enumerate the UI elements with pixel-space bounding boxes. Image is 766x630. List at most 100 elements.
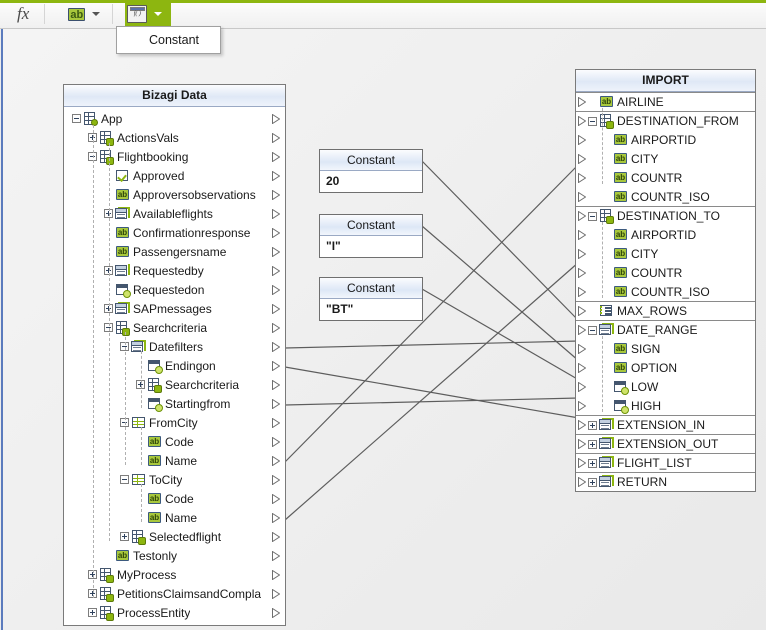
- connector-out-arrow[interactable]: [272, 323, 280, 333]
- connector-out-arrow[interactable]: [272, 608, 280, 618]
- tree-row-passengersname[interactable]: ab Passengersname: [64, 242, 285, 261]
- connector-out-arrow[interactable]: [272, 551, 280, 561]
- tree-row-approversobservations[interactable]: ab Approversobservations: [64, 185, 285, 204]
- tree-row-availableflights[interactable]: Availableflights: [64, 204, 285, 223]
- connector-out-arrow[interactable]: [272, 133, 280, 143]
- tree-toggle-minus[interactable]: [588, 325, 597, 335]
- connector-in-arrow[interactable]: [578, 458, 586, 468]
- connector-out-arrow[interactable]: [272, 228, 280, 238]
- tree-row-approved[interactable]: Approved: [64, 166, 285, 185]
- connector-in-arrow[interactable]: [578, 306, 586, 316]
- tree-row-selectedflight[interactable]: Selectedflight: [64, 527, 285, 546]
- tree-row-fromcity[interactable]: FromCity: [64, 413, 285, 432]
- constant-dropdown-button[interactable]: f( ): [125, 0, 172, 28]
- connector-in-arrow[interactable]: [578, 477, 586, 487]
- connector-out-arrow[interactable]: [272, 437, 280, 447]
- connector-out-arrow[interactable]: [272, 399, 280, 409]
- connector-out-arrow[interactable]: [272, 570, 280, 580]
- connector-out-arrow[interactable]: [272, 190, 280, 200]
- connector-out-arrow[interactable]: [272, 171, 280, 181]
- connector-in-arrow[interactable]: [578, 116, 586, 126]
- import-row-countr-iso[interactable]: ab COUNTR_ISO: [576, 187, 755, 206]
- tree-row-searchcriteria[interactable]: Searchcriteria: [64, 318, 285, 337]
- connector-in-arrow[interactable]: [578, 343, 586, 354]
- tree-row-requestedon[interactable]: Requestedon: [64, 280, 285, 299]
- connector-in-arrow[interactable]: [578, 229, 586, 240]
- connector-out-arrow[interactable]: [272, 266, 280, 276]
- connector-out-arrow[interactable]: [272, 114, 280, 124]
- chevron-down-icon-ab[interactable]: [92, 12, 101, 16]
- constant-box-1-value[interactable]: 20: [320, 171, 422, 192]
- tree-row-searchcriteria[interactable]: Searchcriteria: [64, 375, 285, 394]
- tree-row-myprocess[interactable]: MyProcess: [64, 565, 285, 584]
- tree-toggle-plus[interactable]: [588, 420, 597, 430]
- constant-box-3[interactable]: Constant "BT": [319, 277, 423, 321]
- connection-constant-BT-to-OPTION[interactable]: [421, 288, 580, 381]
- tree-row-flightbooking[interactable]: Flightbooking: [64, 147, 285, 166]
- tree-row-code[interactable]: ab Code: [64, 432, 285, 451]
- connection-Datefilters-to-DATE_RANGE[interactable]: [284, 340, 580, 349]
- mapping-canvas[interactable]: Bizagi Data App ActionsVals Flightbooking A…: [1, 29, 766, 630]
- connector-out-arrow[interactable]: [272, 152, 280, 162]
- connection-Endingon-to-HIGH[interactable]: [284, 366, 580, 419]
- tree-row-tocity[interactable]: ToCity: [64, 470, 285, 489]
- connector-in-arrow[interactable]: [578, 267, 586, 278]
- connector-in-arrow[interactable]: [578, 211, 586, 221]
- tree-toggle-plus[interactable]: [588, 458, 597, 468]
- formula-button[interactable]: fx: [0, 1, 42, 28]
- import-tree[interactable]: ab AIRLINE DESTINATION_FROM ab AIRPORTID ab CI…: [576, 92, 755, 491]
- import-row-max-rows[interactable]: MAX_ROWS: [576, 301, 755, 320]
- connector-out-arrow[interactable]: [272, 285, 280, 295]
- tree-row-name[interactable]: ab Name: [64, 451, 285, 470]
- tree-row-datefilters[interactable]: Datefilters: [64, 337, 285, 356]
- connector-in-arrow[interactable]: [578, 134, 586, 145]
- connection-constant-20-to-MAX_ROWS[interactable]: [421, 160, 580, 322]
- connector-out-arrow[interactable]: [272, 380, 280, 390]
- tree-toggle-minus[interactable]: [588, 211, 597, 221]
- import-row-extension-out[interactable]: EXTENSION_OUT: [576, 434, 755, 453]
- connector-in-arrow[interactable]: [578, 381, 586, 392]
- connector-out-arrow[interactable]: [272, 456, 280, 466]
- connector-out-arrow[interactable]: [272, 475, 280, 485]
- constant-box-1[interactable]: Constant 20: [319, 149, 423, 193]
- connection-constant-I-to-SIGN[interactable]: [421, 225, 580, 362]
- tree-row-processentity[interactable]: ProcessEntity: [64, 603, 285, 622]
- connector-in-arrow[interactable]: [578, 97, 586, 107]
- constant-dropdown-menu[interactable]: Constant: [116, 26, 221, 54]
- tree-toggle-plus[interactable]: [588, 477, 597, 487]
- chevron-down-icon-constant[interactable]: [154, 12, 163, 16]
- tree-row-app[interactable]: App: [64, 109, 285, 128]
- connector-in-arrow[interactable]: [578, 420, 586, 430]
- import-row-flight-list[interactable]: FLIGHT_LIST: [576, 453, 755, 472]
- import-row-extension-in[interactable]: EXTENSION_IN: [576, 415, 755, 434]
- tree-row-startingfrom[interactable]: Startingfrom: [64, 394, 285, 413]
- tree-toggle-minus[interactable]: [588, 116, 597, 126]
- string-constant-button[interactable]: ab: [65, 1, 110, 28]
- tree-toggle-plus[interactable]: [588, 439, 597, 449]
- tree-toggle-plus[interactable]: [88, 608, 97, 617]
- tree-row-confirmationresponse[interactable]: ab Confirmationresponse: [64, 223, 285, 242]
- menu-item-constant[interactable]: Constant: [117, 27, 220, 53]
- tree-row-actionsvals[interactable]: ActionsVals: [64, 128, 285, 147]
- constant-box-3-value[interactable]: "BT": [320, 299, 422, 320]
- connector-out-arrow[interactable]: [272, 494, 280, 504]
- connector-out-arrow[interactable]: [272, 209, 280, 219]
- connector-out-arrow[interactable]: [272, 304, 280, 314]
- connector-in-arrow[interactable]: [578, 400, 586, 411]
- connector-in-arrow[interactable]: [578, 248, 586, 259]
- tree-row-name[interactable]: ab Name: [64, 508, 285, 527]
- import-row-return[interactable]: RETURN: [576, 472, 755, 491]
- connector-out-arrow[interactable]: [272, 532, 280, 542]
- connector-in-arrow[interactable]: [578, 153, 586, 164]
- connector-out-arrow[interactable]: [272, 361, 280, 371]
- bizagi-data-tree[interactable]: App ActionsVals Flightbooking Approved ab App…: [64, 107, 285, 625]
- connector-in-arrow[interactable]: [578, 439, 586, 449]
- connector-in-arrow[interactable]: [578, 362, 586, 373]
- tree-row-petitionsclaimsandcompla[interactable]: PetitionsClaimsandCompla: [64, 584, 285, 603]
- connector-out-arrow[interactable]: [272, 589, 280, 599]
- tree-row-requestedby[interactable]: Requestedby: [64, 261, 285, 280]
- connector-out-arrow[interactable]: [272, 342, 280, 352]
- tree-row-endingon[interactable]: Endingon: [64, 356, 285, 375]
- connector-in-arrow[interactable]: [578, 191, 586, 202]
- tree-row-code[interactable]: ab Code: [64, 489, 285, 508]
